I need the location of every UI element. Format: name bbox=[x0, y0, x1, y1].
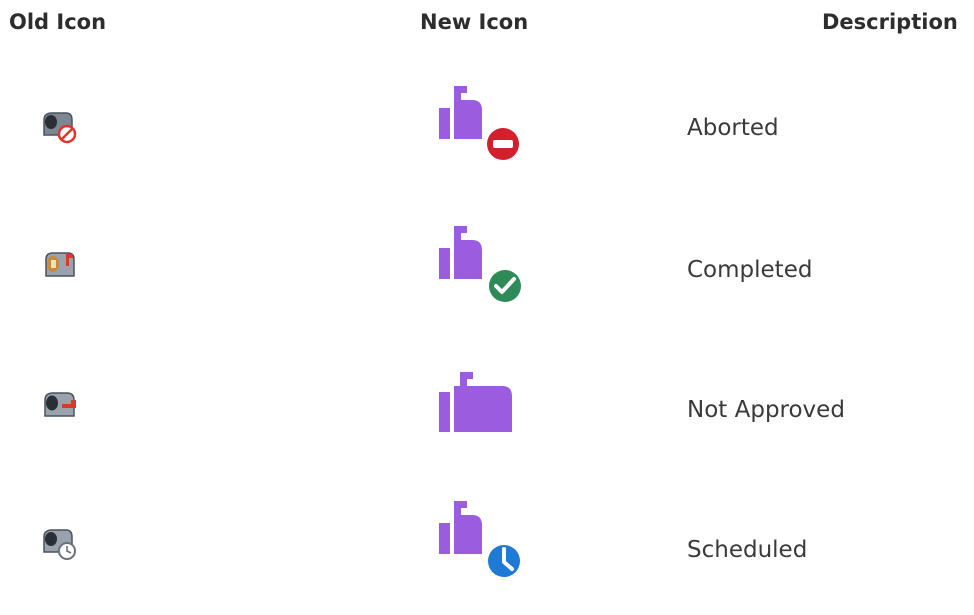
old-mailbox-aborted-icon bbox=[43, 112, 77, 144]
mailbox-scheduled-icon bbox=[439, 501, 523, 580]
table-row: Scheduled bbox=[0, 495, 974, 615]
table-row: Aborted bbox=[0, 80, 974, 200]
header-description: Description bbox=[822, 10, 958, 34]
header-old-icon: Old Icon bbox=[9, 10, 107, 34]
header-new-icon: New Icon bbox=[420, 10, 529, 34]
mailbox-not-approved-icon bbox=[439, 372, 512, 432]
description-text: Not Approved bbox=[687, 397, 845, 423]
mailbox-completed-icon bbox=[439, 226, 524, 305]
description-text: Aborted bbox=[687, 115, 779, 141]
mailbox-aborted-icon bbox=[439, 86, 522, 163]
old-mailbox-scheduled-icon bbox=[43, 529, 76, 560]
description-text: Scheduled bbox=[687, 537, 808, 563]
table-header: Old Icon New Icon Description bbox=[0, 10, 974, 40]
table-row: Not Approved bbox=[0, 360, 974, 480]
old-mailbox-completed-icon bbox=[45, 252, 75, 277]
description-text: Completed bbox=[687, 257, 813, 283]
table-row: Completed bbox=[0, 220, 974, 340]
old-mailbox-not-approved-icon bbox=[44, 392, 76, 417]
